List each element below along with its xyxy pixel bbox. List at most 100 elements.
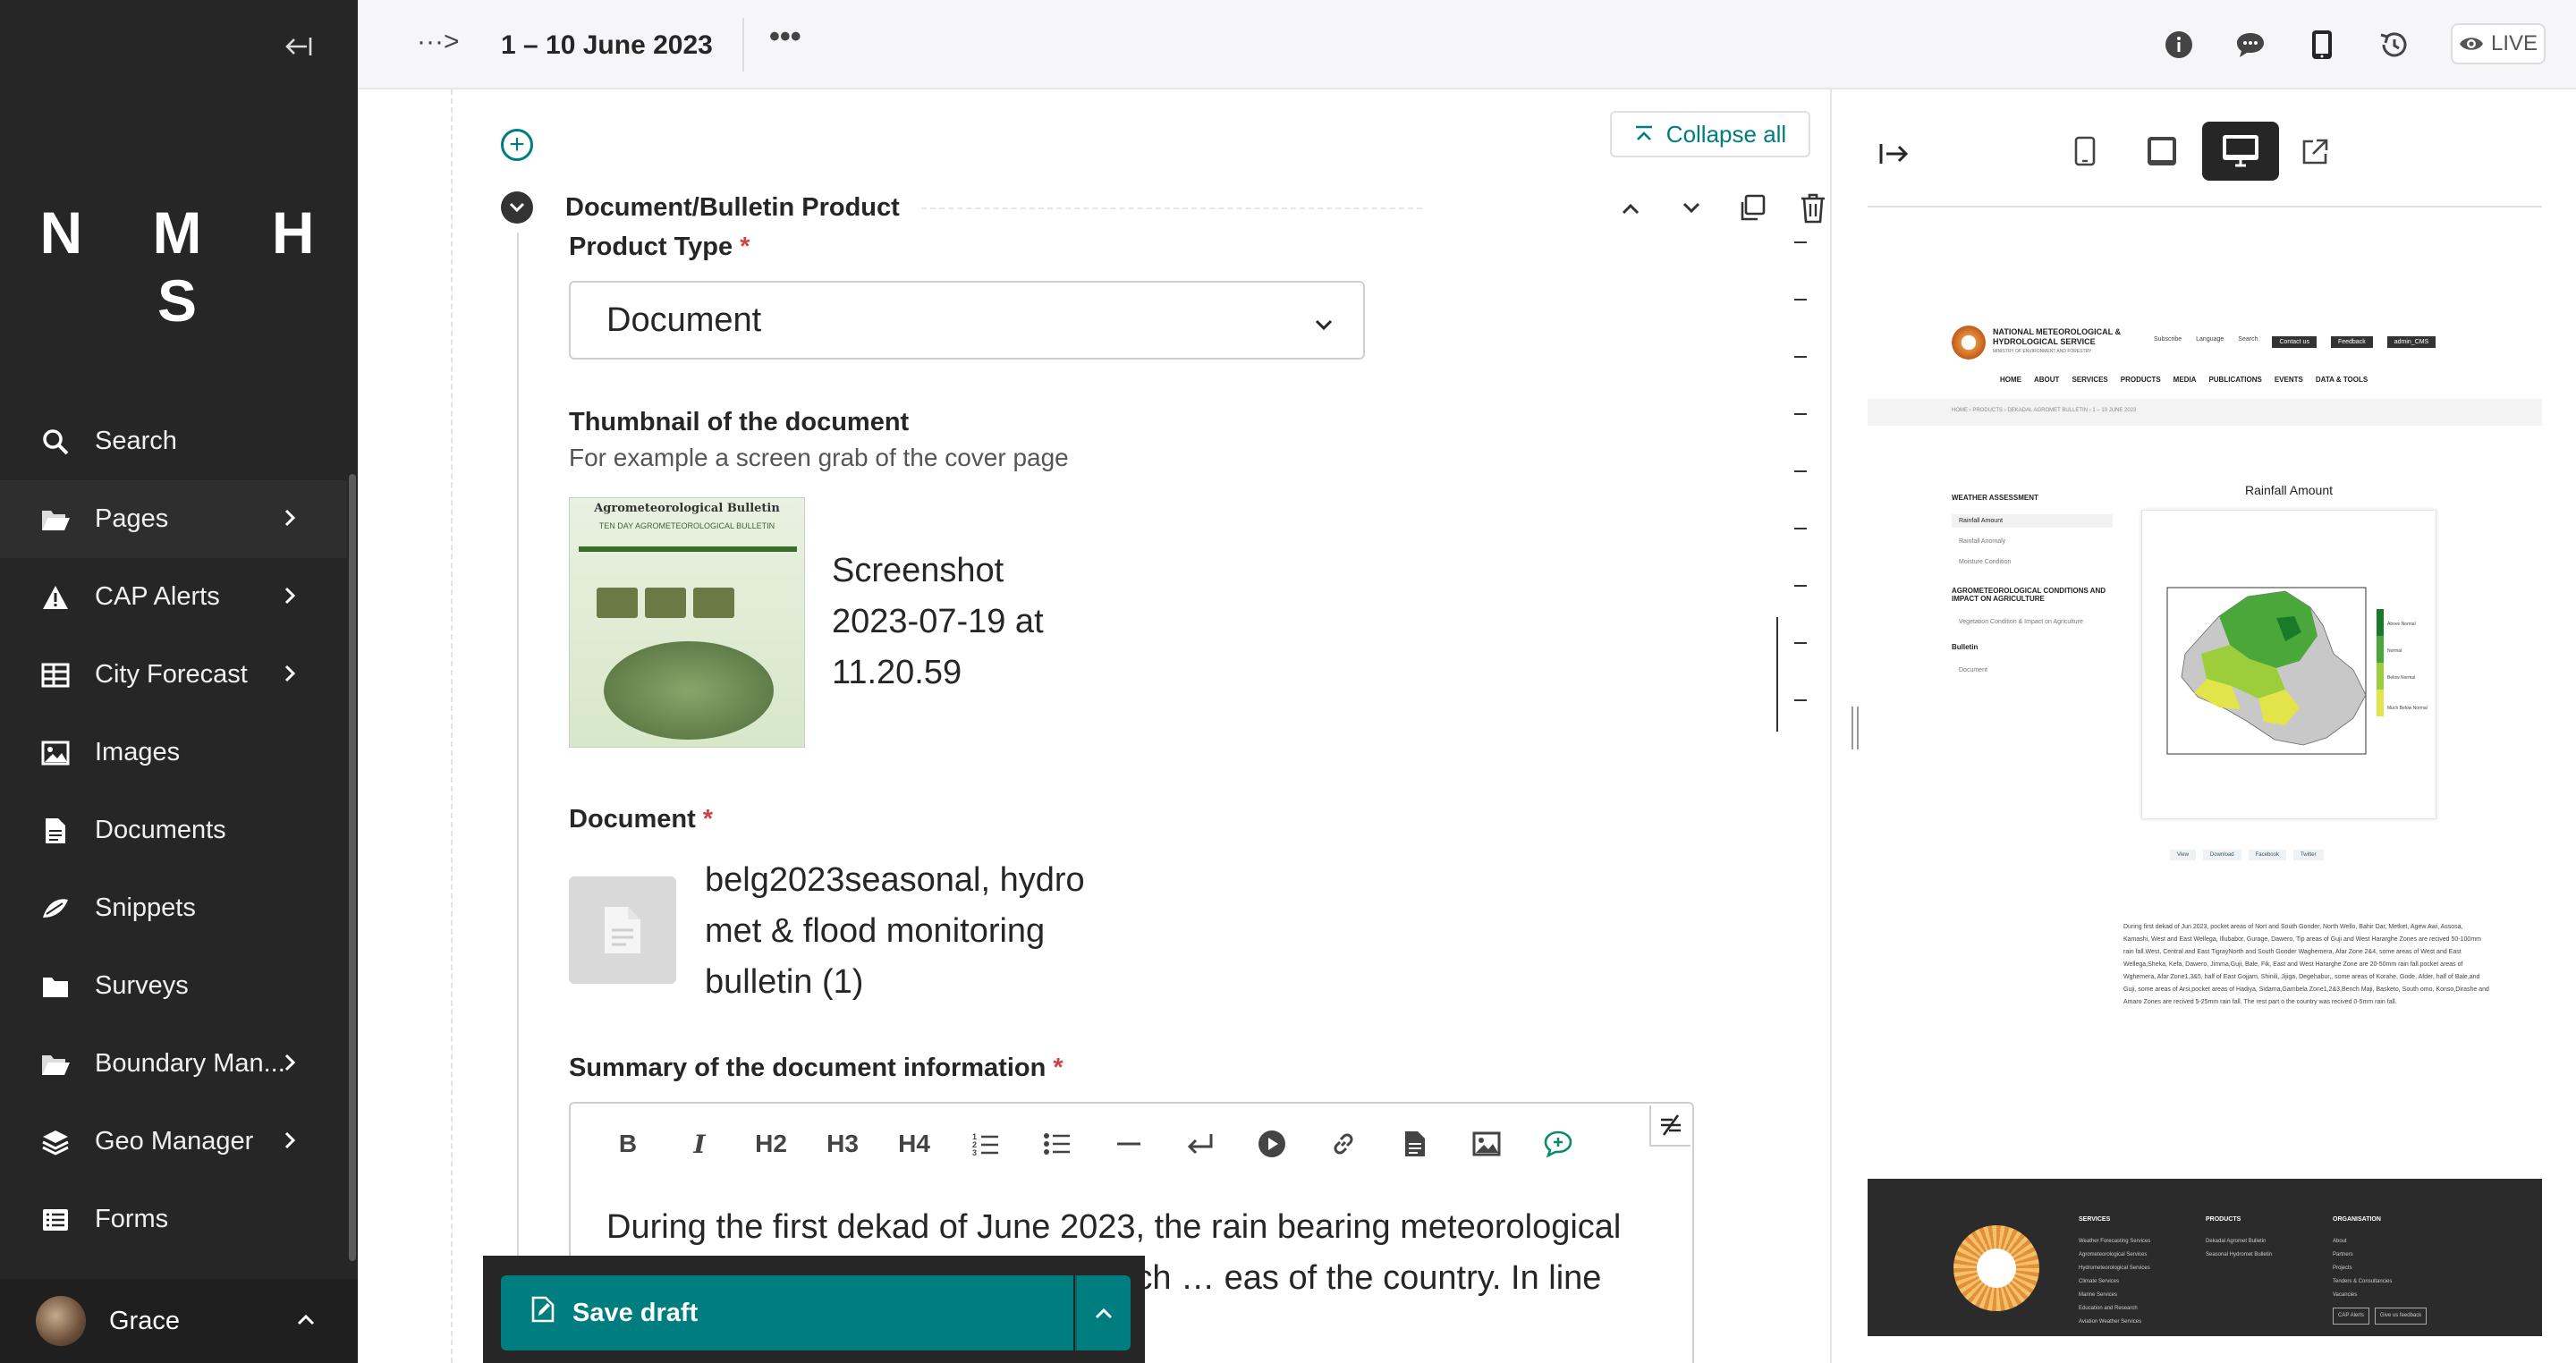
link-icon[interactable] bbox=[1308, 1122, 1379, 1166]
sidebar-item-city-forecast[interactable]: City Forecast bbox=[0, 636, 347, 714]
site-preview: NATIONAL METEOROLOGICAL & HYDROLOGICAL S… bbox=[1868, 215, 2542, 1350]
block-header-divider bbox=[921, 207, 1422, 209]
embed-media-icon[interactable] bbox=[1236, 1122, 1308, 1166]
close-preview-icon[interactable] bbox=[1875, 134, 1914, 174]
horizontal-rule-icon[interactable] bbox=[1093, 1122, 1165, 1166]
open-in-new-tab-icon[interactable] bbox=[2297, 134, 2333, 170]
sidebar-item-geo-manager[interactable]: Geo Manager bbox=[0, 1103, 347, 1181]
toggle-comments-icon[interactable] bbox=[1649, 1105, 1690, 1147]
svg-text:3: 3 bbox=[972, 1148, 977, 1156]
collapse-sidebar-icon[interactable] bbox=[279, 27, 318, 66]
sidebar-item-documents[interactable]: Documents bbox=[0, 792, 347, 869]
top-header: ···> 1 – 10 June 2023 ••• LIVE bbox=[358, 0, 2576, 89]
share-twitter: Twitter bbox=[2292, 850, 2324, 860]
sidebar-item-search[interactable]: Search bbox=[0, 402, 347, 480]
site-link: admin_CMS bbox=[2386, 336, 2436, 348]
bullet-list-icon[interactable] bbox=[1021, 1122, 1093, 1166]
site-menu-item: SERVICES bbox=[2072, 376, 2108, 384]
avatar bbox=[36, 1296, 86, 1346]
move-down-icon[interactable] bbox=[1674, 191, 1708, 225]
sidebar-item-surveys[interactable]: Surveys bbox=[0, 947, 347, 1025]
side-item: Document bbox=[1959, 667, 1987, 673]
document-file-icon[interactable] bbox=[569, 876, 676, 984]
warning-icon bbox=[39, 581, 72, 614]
bold-button[interactable]: B bbox=[592, 1122, 664, 1166]
sidebar-item-pages[interactable]: Pages bbox=[0, 480, 347, 558]
sidebar-item-label: Pages bbox=[95, 504, 169, 533]
site-link: Language bbox=[2196, 336, 2224, 343]
sidebar-scrollbar[interactable] bbox=[349, 474, 356, 1261]
folder-icon bbox=[39, 970, 72, 1003]
rte-toolbar: B I H2 H3 H4 123 bbox=[571, 1104, 1692, 1184]
comments-icon[interactable] bbox=[2233, 27, 2268, 63]
site-menu-item: MEDIA bbox=[2173, 376, 2197, 384]
site-menu-item: PUBLICATIONS bbox=[2208, 376, 2262, 384]
h4-button[interactable]: H4 bbox=[878, 1122, 950, 1166]
sidebar-item-snippets[interactable]: Snippets bbox=[0, 869, 347, 947]
insert-image-icon[interactable] bbox=[1451, 1122, 1522, 1166]
site-link: Subscribe bbox=[2154, 336, 2182, 343]
thumbnail-file-name[interactable]: Screenshot 2023-07-19 at 11.20.59 bbox=[832, 546, 1082, 698]
sidebar-item-boundary-manager[interactable]: Boundary Man... bbox=[0, 1025, 347, 1103]
image-icon bbox=[39, 737, 72, 769]
sidebar-item-cap-alerts[interactable]: CAP Alerts bbox=[0, 558, 347, 636]
save-draft-button[interactable]: Save draft bbox=[501, 1275, 1073, 1350]
site-footer: SERVICES Weather Forecasting Services Ag… bbox=[1868, 1179, 2542, 1336]
folder-open-icon bbox=[39, 1048, 72, 1080]
save-draft-label: Save draft bbox=[572, 1298, 699, 1327]
thumbnail-band bbox=[579, 546, 797, 552]
h3-button[interactable]: H3 bbox=[807, 1122, 878, 1166]
live-label: LIVE bbox=[2490, 31, 2538, 55]
sidebar-nav: Search Pages CAP Alerts City Forecast Im… bbox=[0, 402, 347, 1258]
side-item: Vegetation Condition & Impact on Agricul… bbox=[1959, 619, 2083, 625]
product-type-select[interactable]: Document bbox=[569, 281, 1365, 360]
document-file-name[interactable]: belg2023seasonal, hydro met & flood moni… bbox=[705, 855, 1116, 1008]
site-breadcrumb: HOME › PRODUCTS › DEKADAL AGROMET BULLET… bbox=[1868, 399, 2542, 426]
layers-icon bbox=[39, 1126, 72, 1158]
account-menu[interactable]: Grace bbox=[0, 1279, 358, 1363]
map-title: Rainfall Amount bbox=[2244, 483, 2334, 497]
sidebar-item-images[interactable]: Images bbox=[0, 714, 347, 792]
add-comment-icon[interactable] bbox=[1522, 1122, 1594, 1166]
preview-mobile-icon[interactable] bbox=[2046, 122, 2123, 181]
italic-button[interactable]: I bbox=[664, 1122, 735, 1166]
duplicate-icon[interactable] bbox=[1735, 191, 1769, 225]
live-status-badge[interactable]: LIVE bbox=[2451, 23, 2546, 64]
side-item: Moisture Condition bbox=[1959, 559, 2012, 565]
chevron-up-icon bbox=[293, 1308, 318, 1333]
h2-button[interactable]: H2 bbox=[735, 1122, 807, 1166]
preview-tablet-icon[interactable] bbox=[2123, 122, 2200, 181]
move-up-icon[interactable] bbox=[1614, 191, 1648, 225]
info-icon[interactable] bbox=[2161, 27, 2197, 63]
required-mark: * bbox=[702, 805, 714, 834]
resize-handle[interactable] bbox=[1852, 707, 1859, 749]
block-collapse-toggle[interactable] bbox=[501, 191, 533, 224]
breadcrumb-toggle[interactable]: ···> bbox=[417, 27, 460, 57]
preview-divider bbox=[1868, 206, 2542, 207]
minimap-position-indicator[interactable] bbox=[1776, 617, 1778, 732]
document-label: Document * bbox=[569, 805, 714, 834]
org-tagline: MINISTRY OF ENVIRONMENT AND FORESTRY bbox=[1993, 349, 2092, 354]
add-block-button[interactable]: + bbox=[501, 129, 533, 161]
more-save-options-button[interactable] bbox=[1075, 1275, 1131, 1350]
line-break-icon[interactable] bbox=[1165, 1122, 1236, 1166]
ordered-list-icon[interactable]: 123 bbox=[950, 1122, 1021, 1166]
chevron-right-icon bbox=[277, 661, 302, 686]
site-menu-item: EVENTS bbox=[2274, 376, 2303, 384]
delete-icon[interactable] bbox=[1796, 191, 1830, 225]
sidebar-item-label: Snippets bbox=[95, 893, 196, 922]
document-link-icon[interactable] bbox=[1379, 1122, 1451, 1166]
site-logo[interactable]: N M H S bbox=[0, 199, 358, 334]
mobile-preview-icon[interactable] bbox=[2304, 27, 2340, 63]
block-title: Document/Bulletin Product bbox=[565, 192, 900, 222]
account-name: Grace bbox=[109, 1306, 180, 1335]
preview-desktop-icon[interactable] bbox=[2202, 122, 2279, 181]
collapse-all-button[interactable]: Collapse all bbox=[1610, 111, 1810, 157]
history-icon[interactable] bbox=[2376, 27, 2411, 63]
sidebar-item-forms[interactable]: Forms bbox=[0, 1181, 347, 1258]
more-actions-button[interactable]: ••• bbox=[769, 20, 801, 55]
side-item: Rainfall Amount bbox=[1952, 514, 2113, 528]
thumbnail-image[interactable]: Agrometeorological Bulletin TEN DAY AGRO… bbox=[569, 497, 805, 748]
footer-products-col: PRODUCTS Dekadal Agromet Bulletin Season… bbox=[2206, 1216, 2273, 1257]
block-header[interactable]: Document/Bulletin Product bbox=[501, 182, 1825, 233]
